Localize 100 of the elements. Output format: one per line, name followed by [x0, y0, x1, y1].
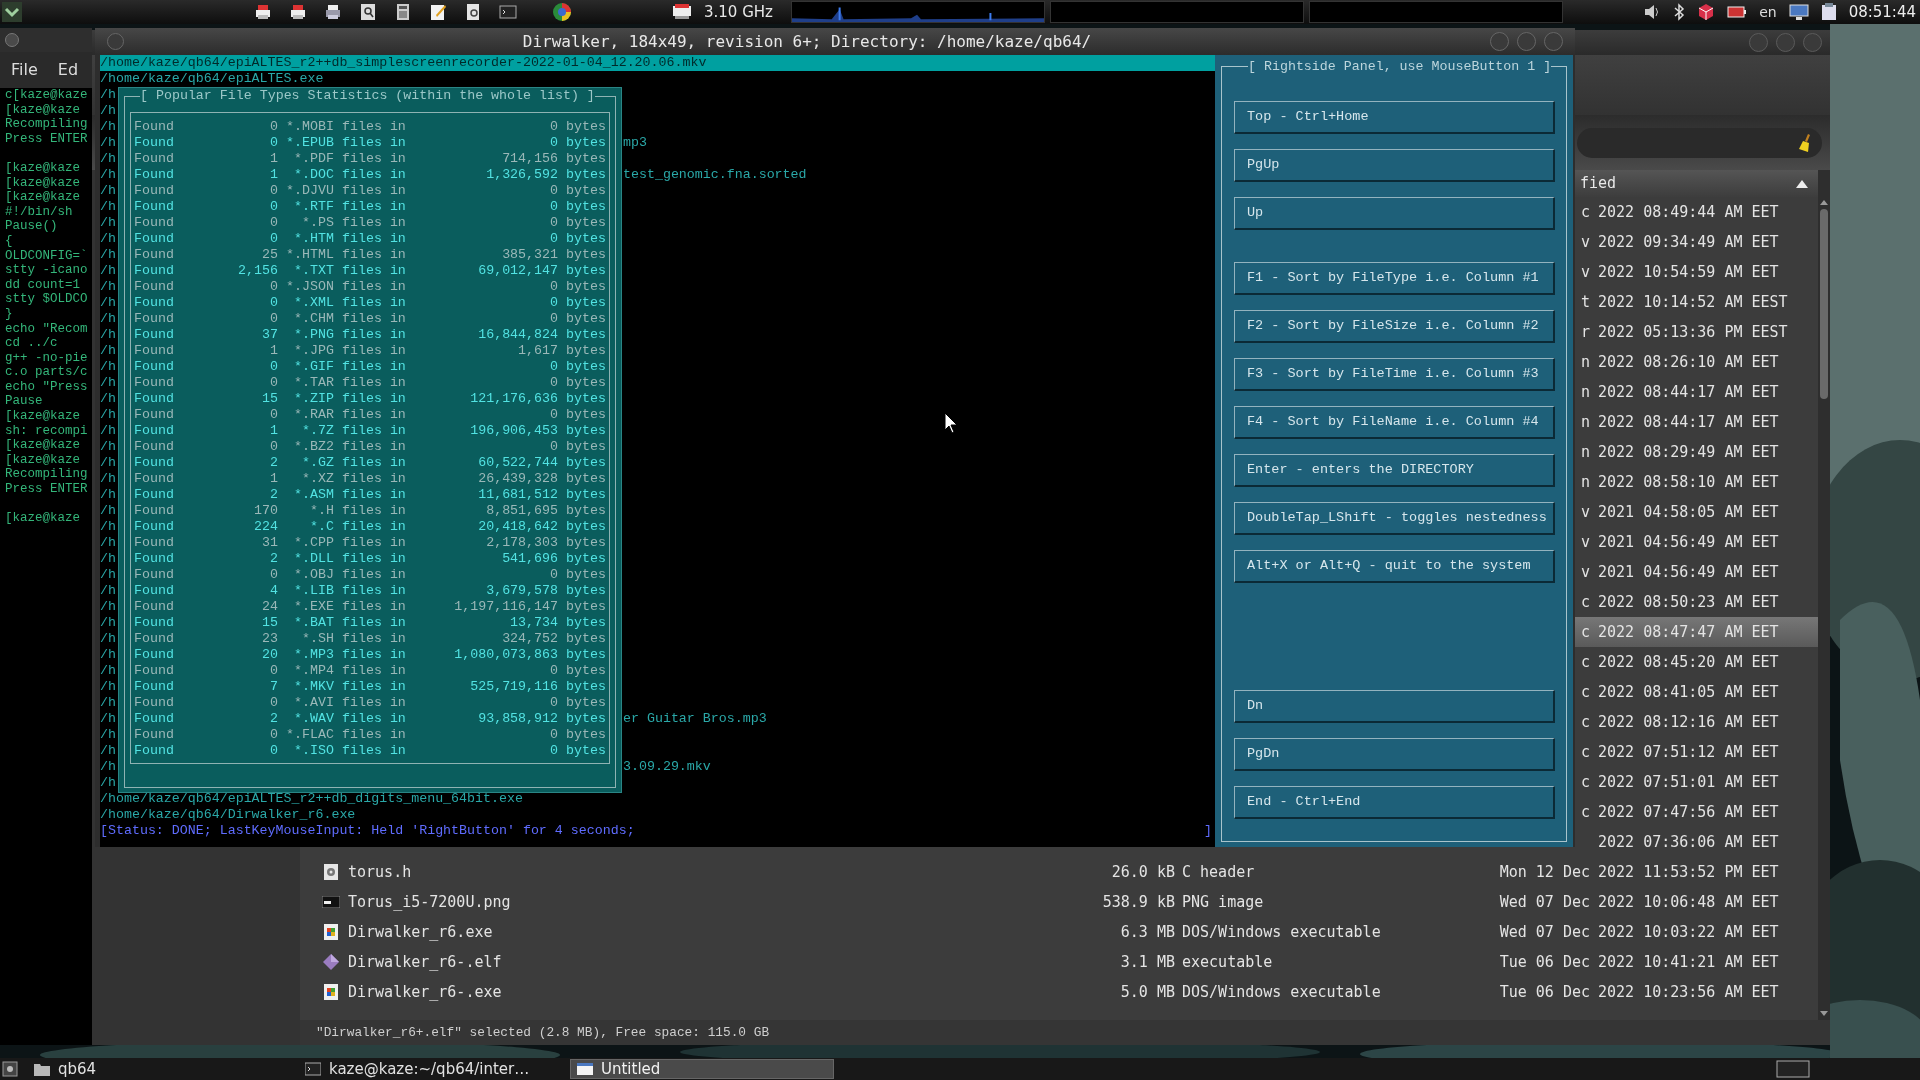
menu-item[interactable]: File [11, 58, 38, 82]
scroll-up-icon[interactable] [1820, 200, 1828, 205]
document-search-icon[interactable] [464, 3, 482, 21]
path-line[interactable]: /h [100, 631, 116, 647]
file-row[interactable]: c 2022 08:47:47 AM EET [1575, 617, 1818, 647]
calculator-icon[interactable] [394, 3, 412, 21]
printer-icon[interactable] [254, 3, 272, 21]
path-line[interactable]: /h [100, 119, 116, 135]
path-line[interactable]: /h [100, 455, 116, 471]
file-row[interactable]: n 2022 08:58:10 AM EET [1575, 467, 1818, 497]
window-menu-button[interactable] [5, 33, 19, 47]
path-line[interactable]: /h [100, 567, 116, 583]
path-line[interactable]: /h [100, 759, 116, 775]
path-line[interactable]: test_genomic.fna.sorted [623, 167, 807, 183]
path-line[interactable]: /h [100, 375, 116, 391]
file-row[interactable]: c 2022 08:41:05 AM EET [1575, 677, 1818, 707]
path-line[interactable]: mp3 [623, 135, 647, 151]
battery-icon[interactable] [1727, 4, 1748, 20]
path-line[interactable]: /h [100, 711, 116, 727]
path-line[interactable]: /h [100, 615, 116, 631]
file-row[interactable]: torus.h 26.0 kB C header Mon 12 Dec 2022 11:53:52 PM EET [300, 857, 1818, 887]
path-line[interactable]: /h [100, 583, 116, 599]
path-line[interactable]: /h [100, 103, 116, 119]
file-row[interactable]: c 2022 08:50:23 AM EET [1575, 587, 1818, 617]
search-field[interactable] [1577, 127, 1822, 158]
file-row[interactable]: c 2022 07:51:01 AM EET [1575, 767, 1818, 797]
file-row[interactable]: c 2022 08:12:16 AM EET [1575, 707, 1818, 737]
path-line[interactable]: /h [100, 439, 116, 455]
path-line[interactable]: /h [100, 263, 116, 279]
column-header[interactable]: fied [1580, 172, 1617, 195]
cube-icon[interactable] [1697, 3, 1716, 21]
file-row[interactable]: c 2022 07:51:12 AM EET [1575, 737, 1818, 767]
path-line[interactable]: /h [100, 359, 116, 375]
taskbar-item[interactable]: Untitled [570, 1059, 834, 1079]
shortcut-button[interactable]: Enter - enters the DIRECTORY [1234, 453, 1555, 487]
path-line[interactable]: /home/kaze/qb64/Dirwalker_r6.exe [100, 807, 356, 823]
path-line[interactable]: /h [100, 695, 116, 711]
path-line[interactable]: /h [100, 503, 116, 519]
file-row[interactable]: t 2022 10:14:52 AM EEST [1575, 287, 1818, 317]
search-icon[interactable] [359, 3, 377, 21]
path-line[interactable]: /h [100, 519, 116, 535]
desktop-icon[interactable] [1776, 1060, 1810, 1078]
path-line[interactable]: /h [100, 471, 116, 487]
path-line[interactable]: /h [100, 135, 116, 151]
path-line[interactable]: /home/kaze/qb64/epiALTES.exe [100, 71, 324, 87]
path-line[interactable]: /h [100, 679, 116, 695]
path-line[interactable]: /h [100, 295, 116, 311]
file-row[interactable]: n 2022 08:26:10 AM EET [1575, 347, 1818, 377]
file-row[interactable]: v 2021 04:56:49 AM EET [1575, 527, 1818, 557]
logo-icon[interactable] [2, 2, 22, 22]
path-line[interactable]: 3.09.29.mkv [623, 759, 711, 775]
printer-icon[interactable] [289, 3, 307, 21]
file-row[interactable]: 2022 07:36:06 AM EET [1575, 827, 1818, 857]
file-row[interactable]: c 2022 08:49:44 AM EET [1575, 197, 1818, 227]
path-line[interactable]: /h [100, 167, 116, 183]
shortcut-button[interactable]: PgUp [1234, 148, 1555, 182]
file-row[interactable]: n 2022 08:44:17 AM EET [1575, 407, 1818, 437]
path-line[interactable]: /home/kaze/qb64/epiALTES_r2++db_digits_menu_64bit.exe [100, 791, 523, 807]
menu-item[interactable]: Ed [57, 58, 79, 82]
path-line[interactable]: /h [100, 151, 116, 167]
path-line[interactable]: /h [100, 727, 116, 743]
path-line[interactable]: /h [100, 279, 116, 295]
printer-icon[interactable] [324, 3, 342, 21]
file-row[interactable]: r 2022 05:13:36 PM EEST [1575, 317, 1818, 347]
file-row[interactable]: c 2022 07:47:56 AM EET [1575, 797, 1818, 827]
file-row[interactable]: v 2021 04:58:05 AM EET [1575, 497, 1818, 527]
shortcut-button[interactable]: PgDn [1234, 738, 1555, 771]
monitor-icon[interactable] [1788, 3, 1809, 21]
shortcut-button[interactable]: Dn [1234, 690, 1555, 723]
file-row[interactable]: Dirwalker_r6-.elf 3.1 MB executable Tue 06 Dec 2022 10:41:21 AM EET [300, 947, 1818, 977]
scrollbar[interactable] [1818, 170, 1830, 1020]
file-row[interactable]: n 2022 08:29:49 AM EET [1575, 437, 1818, 467]
path-line[interactable]: /h [100, 743, 116, 759]
path-line[interactable]: /h [100, 407, 116, 423]
path-line[interactable]: /h [100, 775, 116, 791]
path-line[interactable]: /h [100, 231, 116, 247]
file-row[interactable]: v 2022 10:54:59 AM EET [1575, 257, 1818, 287]
taskbar-item[interactable]: qb64 [28, 1059, 292, 1079]
path-line[interactable]: /h [100, 183, 116, 199]
path-line[interactable]: /h [100, 535, 116, 551]
shortcut-button[interactable]: Alt+X or Alt+Q - quit to the system [1234, 549, 1555, 583]
shortcut-button[interactable]: DoubleTap_LShift - toggles nestedness [1234, 501, 1555, 535]
path-line[interactable]: /h [100, 599, 116, 615]
shortcut-button[interactable]: End - Ctrl+End [1234, 786, 1555, 819]
path-line[interactable]: /h [100, 87, 116, 103]
shortcut-button[interactable]: Up [1234, 196, 1555, 230]
taskbar-item[interactable]: kaze@kaze:~/qb64/inter… [299, 1059, 563, 1079]
menu-icon[interactable] [2, 1061, 18, 1077]
file-row[interactable]: Dirwalker_r6.exe 6.3 MB DOS/Windows executable Wed 07 Dec 2022 10:03:22 AM EET [300, 917, 1818, 947]
path-line[interactable]: /h [100, 551, 116, 567]
path-line[interactable]: /h [100, 423, 116, 439]
shortcut-button[interactable]: Top - Ctrl+Home [1234, 100, 1555, 134]
file-row[interactable]: n 2022 08:44:17 AM EET [1575, 377, 1818, 407]
path-line[interactable]: /h [100, 487, 116, 503]
path-line[interactable]: /h [100, 391, 116, 407]
path-line[interactable]: /h [100, 247, 116, 263]
bluetooth-icon[interactable] [1673, 3, 1686, 21]
path-line[interactable]: /h [100, 215, 116, 231]
path-line[interactable]: /h [100, 311, 116, 327]
keyboard-layout[interactable]: en [1759, 1, 1777, 23]
